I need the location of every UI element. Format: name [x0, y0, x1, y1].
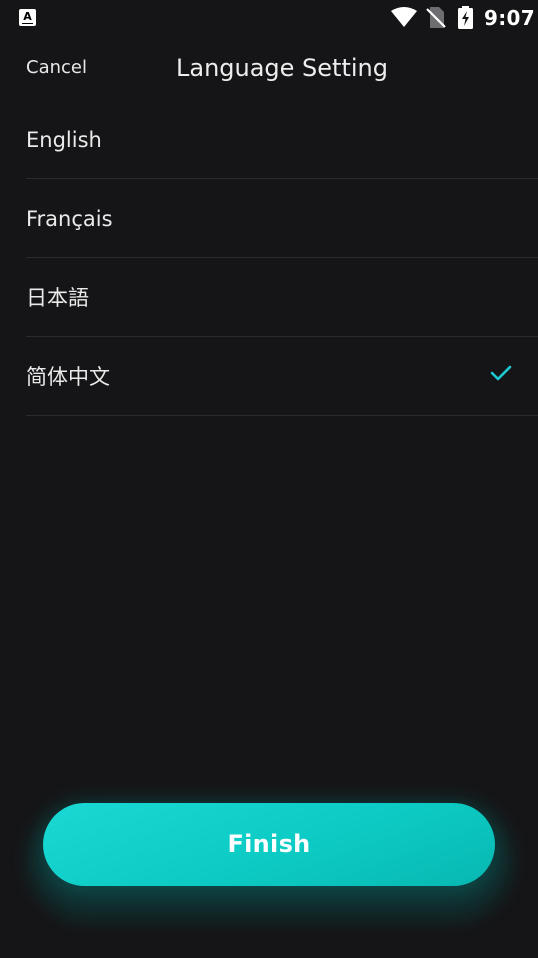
language-item-french[interactable]: Français: [26, 179, 538, 258]
checkmark-icon: [490, 365, 512, 381]
language-label: 日本語: [26, 286, 89, 310]
header: Cancel Language Setting: [0, 44, 538, 94]
finish-button-label: Finish: [227, 830, 311, 858]
language-item-english[interactable]: English: [26, 100, 538, 179]
language-item-simplified-chinese[interactable]: 简体中文: [26, 337, 538, 416]
no-sim-icon: [426, 7, 446, 28]
status-bar: A 9:07: [0, 0, 538, 36]
language-list: English Français 日本語 简体中文: [26, 100, 538, 416]
app-notification-letter: A: [23, 10, 32, 23]
wifi-icon: [391, 7, 417, 27]
language-label: English: [26, 128, 102, 152]
battery-charging-icon: [458, 6, 473, 29]
page-title: Language Setting: [175, 54, 388, 82]
clock-time: 9:07: [484, 6, 535, 30]
language-item-japanese[interactable]: 日本語: [26, 258, 538, 337]
language-label: 简体中文: [26, 365, 110, 389]
language-label: Français: [26, 207, 113, 231]
finish-button[interactable]: Finish: [43, 803, 495, 886]
app-notification-icon: A: [19, 9, 36, 26]
